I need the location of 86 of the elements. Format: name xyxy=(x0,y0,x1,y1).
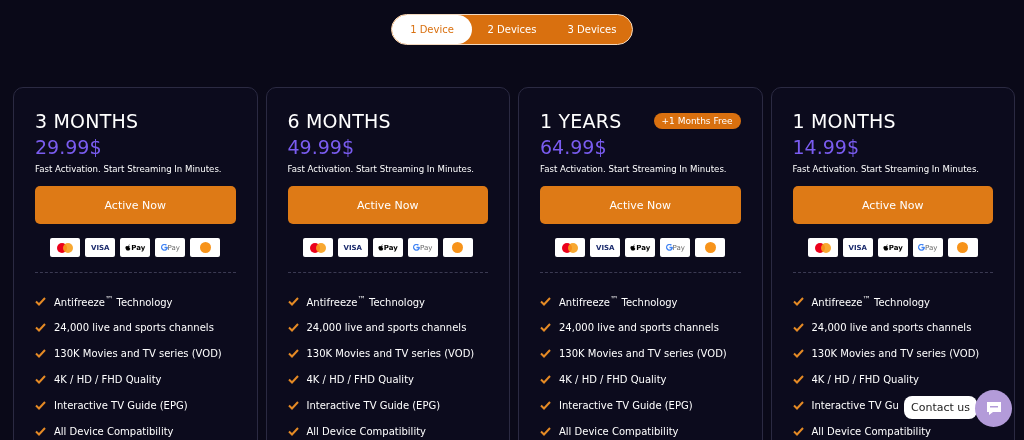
check-icon xyxy=(792,323,804,332)
device-tab[interactable]: 1 Device xyxy=(392,15,472,44)
check-icon xyxy=(540,323,551,332)
feature-text: Antifreeze$^{™}$ Technology xyxy=(811,294,931,309)
feature-text: Interactive TV Guide (EPG) xyxy=(559,400,693,411)
promo-badge: +1 Months Free xyxy=(653,113,741,129)
check-icon xyxy=(540,401,551,410)
check-icon xyxy=(792,375,804,384)
feature-text: 130K Movies and TV series (VOD) xyxy=(559,348,727,359)
check-icon xyxy=(540,349,551,358)
contact-tooltip: Contact us xyxy=(904,396,977,419)
apple-icon xyxy=(882,244,889,251)
circles-icon xyxy=(57,242,74,253)
check-icon xyxy=(540,297,551,306)
check-icon xyxy=(287,375,299,384)
check-icon xyxy=(792,349,804,358)
plan-price: 29.99$ xyxy=(35,136,103,158)
check-icon xyxy=(792,297,804,306)
plan-tagline: Fast Activation. Start Streaming In Minutes. xyxy=(287,164,476,174)
feature-text: All Device Compatibility xyxy=(559,426,679,437)
plan-tagline: Fast Activation. Start Streaming In Minutes. xyxy=(35,164,223,174)
plan-title: 1 MONTHS xyxy=(792,110,896,132)
check-icon xyxy=(287,323,299,332)
circles-icon xyxy=(562,242,579,253)
activate-button[interactable]: Active Now xyxy=(792,186,993,224)
plan-title: 3 MONTHS xyxy=(35,110,139,132)
feature-text: Interactive TV Gu xyxy=(811,400,899,411)
feature-text: 24,000 live and sports channels xyxy=(811,322,972,333)
plan-tagline: Fast Activation. Start Streaming In Minutes. xyxy=(792,164,981,174)
feature-text: All Device Compatibility xyxy=(306,426,426,437)
device-tab[interactable]: 3 Devices xyxy=(552,15,632,44)
check-icon xyxy=(540,427,551,436)
feature-text: All Device Compatibility xyxy=(811,426,931,437)
feature-text: 4K / HD / FHD Quality xyxy=(54,374,162,385)
feature-text: Antifreeze$^{™}$ Technology xyxy=(54,294,173,309)
check-icon xyxy=(540,375,551,384)
activate-button[interactable]: Active Now xyxy=(35,186,236,224)
check-icon xyxy=(287,297,299,306)
g-icon xyxy=(413,244,421,251)
device-tab[interactable]: 2 Devices xyxy=(472,15,552,44)
feature-text: 4K / HD / FHD Quality xyxy=(306,374,414,385)
circles-icon xyxy=(814,242,831,253)
feature-text: 4K / HD / FHD Quality xyxy=(559,374,667,385)
feature-text: 130K Movies and TV series (VOD) xyxy=(306,348,475,359)
plan-title: 1 YEARS xyxy=(540,110,622,132)
apple-icon xyxy=(377,244,384,251)
feature-text: 4K / HD / FHD Quality xyxy=(811,374,919,385)
coin-icon xyxy=(452,242,464,253)
check-icon xyxy=(35,401,46,410)
plan-tagline: Fast Activation. Start Streaming In Minutes. xyxy=(540,164,728,174)
feature-text: 24,000 live and sports channels xyxy=(559,322,719,333)
apple-icon xyxy=(630,244,637,251)
check-icon xyxy=(35,349,46,358)
coin-icon xyxy=(704,242,716,253)
plan-title: 6 MONTHS xyxy=(287,110,391,132)
feature-text: 130K Movies and TV series (VOD) xyxy=(811,348,980,359)
check-icon xyxy=(792,401,804,410)
plan-price: 49.99$ xyxy=(287,136,355,158)
coin-icon xyxy=(199,242,211,253)
feature-text: Antifreeze$^{™}$ Technology xyxy=(559,294,678,309)
chat-icon xyxy=(985,401,1002,416)
feature-text: Interactive TV Guide (EPG) xyxy=(306,400,441,411)
g-icon xyxy=(160,244,168,251)
check-icon xyxy=(792,427,804,436)
apple-icon xyxy=(125,244,132,251)
feature-text: 24,000 live and sports channels xyxy=(306,322,467,333)
check-icon xyxy=(287,401,299,410)
check-icon xyxy=(287,427,299,436)
feature-text: Antifreeze$^{™}$ Technology xyxy=(306,294,426,309)
check-icon xyxy=(35,375,46,384)
activate-button[interactable]: Active Now xyxy=(540,186,741,224)
g-icon xyxy=(665,244,673,251)
circles-icon xyxy=(309,242,326,253)
feature-text: 24,000 live and sports channels xyxy=(54,322,214,333)
check-icon xyxy=(35,297,46,306)
check-icon xyxy=(287,349,299,358)
plan-price: 64.99$ xyxy=(540,136,608,158)
check-icon xyxy=(35,323,46,332)
feature-text: All Device Compatibility xyxy=(54,426,174,437)
activate-button[interactable]: Active Now xyxy=(287,186,488,224)
feature-text: 130K Movies and TV series (VOD) xyxy=(54,348,222,359)
plan-price: 14.99$ xyxy=(792,136,860,158)
check-icon xyxy=(35,427,46,436)
feature-text: Interactive TV Guide (EPG) xyxy=(54,400,188,411)
g-icon xyxy=(918,244,926,251)
coin-icon xyxy=(957,242,969,253)
